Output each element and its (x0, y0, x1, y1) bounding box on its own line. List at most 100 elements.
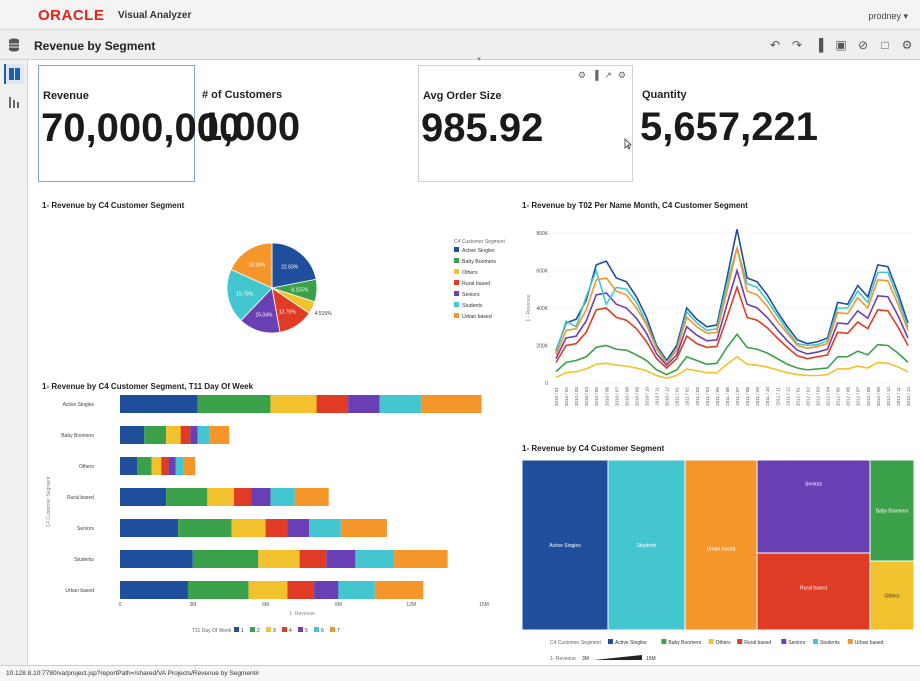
x-tick-label: 12M (406, 602, 416, 608)
bar-segment[interactable] (270, 488, 295, 506)
legend-swatch (234, 627, 239, 632)
bar-segment[interactable] (287, 519, 310, 537)
bar-segment[interactable] (178, 519, 232, 537)
bar-segment[interactable] (120, 457, 137, 475)
bar-segment[interactable] (120, 426, 145, 444)
bar-segment[interactable] (166, 426, 181, 444)
export-icon[interactable]: □ (878, 38, 892, 52)
line-series[interactable] (555, 355, 909, 380)
bar-segment[interactable] (192, 550, 259, 568)
bar-segment[interactable] (394, 550, 448, 568)
treemap-viz[interactable]: 1- Revenue by C4 Customer Segment Active… (522, 438, 917, 665)
bar-segment[interactable] (209, 426, 230, 444)
bar-segment[interactable] (120, 395, 198, 413)
data-elements-tab[interactable] (4, 64, 24, 84)
bar-segment[interactable] (355, 550, 395, 568)
bar-segment[interactable] (258, 550, 300, 568)
bar-segment[interactable] (187, 581, 249, 599)
customers-tile[interactable]: # of Customers 1,000 (198, 65, 413, 182)
bar-segment[interactable] (151, 457, 162, 475)
bar-segment[interactable] (197, 395, 271, 413)
stacked-bar-chart: Active Singles Baby Boomers Others Rural ba… (46, 395, 489, 634)
legend-item: Baby Boomers (462, 259, 496, 265)
pie-slice-label: 8.155% (291, 288, 309, 294)
avg-order-size-tile[interactable]: ⚙ ▐ ↗ ⚙ Avg Order Size 985.92 (418, 65, 633, 182)
pie-slice-label: 12.75% (279, 309, 297, 315)
drop-indicator-icon: ▼ (476, 57, 482, 63)
y-axis-label: C4 Customer Segment (46, 476, 52, 527)
bar-segment[interactable] (379, 395, 421, 413)
bar-segment[interactable] (166, 488, 208, 506)
bar-segment[interactable] (175, 457, 184, 475)
bar-segment[interactable] (340, 519, 387, 537)
user-menu[interactable]: prodney ▾ (868, 11, 908, 22)
bar-segment[interactable] (248, 581, 288, 599)
bar-segment[interactable] (338, 581, 375, 599)
bar-segment[interactable] (299, 550, 327, 568)
x-tick-label: 2011 / 10 (765, 387, 770, 406)
bar-segment[interactable] (144, 426, 167, 444)
x-tick-label: 2010 / 04 (584, 387, 589, 407)
line-series[interactable] (555, 332, 909, 376)
bar-segment[interactable] (374, 581, 424, 599)
tile-value: 985.92 (421, 106, 544, 150)
settings-icon[interactable]: ⚙ (618, 70, 626, 81)
bar-segment[interactable] (309, 519, 341, 537)
undo-icon[interactable]: ↶ (768, 38, 782, 52)
settings-icon[interactable]: ⚙ (900, 38, 914, 52)
bar-segment[interactable] (287, 581, 315, 599)
bar-segment[interactable] (136, 457, 152, 475)
bar-segment[interactable] (197, 426, 210, 444)
bar-segment[interactable] (231, 519, 266, 537)
visualizations-tab[interactable] (4, 92, 24, 112)
legend-item: Baby Boomers (668, 640, 701, 646)
x-tick-label: 2010 / 10 (645, 387, 650, 407)
y-tick-label: Urban based (65, 588, 94, 594)
bar-segment[interactable] (120, 550, 193, 568)
quantity-tile[interactable]: Quantity 5,657,221 (638, 65, 858, 182)
maximize-icon[interactable]: ↗ (604, 70, 612, 81)
size-legend-label: 1- Revenue (550, 656, 576, 662)
treemap-tile[interactable] (684, 459, 758, 631)
bar-segment[interactable] (183, 457, 196, 475)
bar-segment[interactable] (251, 488, 271, 506)
bar-segment[interactable] (234, 488, 252, 506)
legend-swatch (454, 280, 459, 285)
bar-segment[interactable] (316, 395, 349, 413)
tile-label: Avg Order Size (423, 90, 502, 102)
bar-segment[interactable] (294, 488, 329, 506)
bar-segment[interactable] (120, 488, 167, 506)
bar-segment[interactable] (420, 395, 482, 413)
bar-segment[interactable] (190, 426, 198, 444)
x-tick-label: 2011 / 06 (725, 387, 730, 406)
chart-type-icon[interactable]: ▐ (592, 70, 598, 81)
treemap-tile[interactable] (756, 459, 871, 554)
gear-icon[interactable]: ⚙ (578, 70, 586, 81)
x-tick-label: 3M (189, 602, 196, 608)
bar-segment[interactable] (180, 426, 191, 444)
pie-chart-viz[interactable]: 1- Revenue by C4 Customer Segment 22.03%… (42, 195, 512, 360)
tile-label: Quantity (642, 89, 687, 101)
line-series[interactable] (555, 267, 909, 367)
bar-segment[interactable] (348, 395, 380, 413)
refresh-icon[interactable]: ⊘ (856, 38, 870, 52)
bar-segment[interactable] (207, 488, 235, 506)
revenue-tile[interactable]: Revenue 70,000,000 (38, 65, 241, 182)
add-visualization-icon[interactable]: ▐ (812, 38, 826, 52)
bar-segment[interactable] (265, 519, 288, 537)
data-source-icon[interactable] (8, 38, 20, 52)
stacked-bar-viz[interactable]: 1- Revenue by C4 Customer Segment, T11 D… (42, 376, 512, 666)
bar-segment[interactable] (120, 519, 179, 537)
x-tick-label: 2012 / 11 (896, 387, 901, 406)
bar-segment[interactable] (168, 457, 176, 475)
line-chart-viz[interactable]: 1- Revenue by T02 Per Name Month, C4 Cus… (522, 195, 917, 420)
save-icon[interactable]: ▣ (834, 38, 848, 52)
x-tick-label: 2012 / 07 (856, 387, 861, 407)
bar-segment[interactable] (270, 395, 317, 413)
bar-segment[interactable] (314, 581, 339, 599)
redo-icon[interactable]: ↷ (790, 38, 804, 52)
bar-segment[interactable] (161, 457, 169, 475)
bar-segment[interactable] (326, 550, 356, 568)
legend-swatch (298, 627, 303, 632)
bar-segment[interactable] (120, 581, 188, 599)
